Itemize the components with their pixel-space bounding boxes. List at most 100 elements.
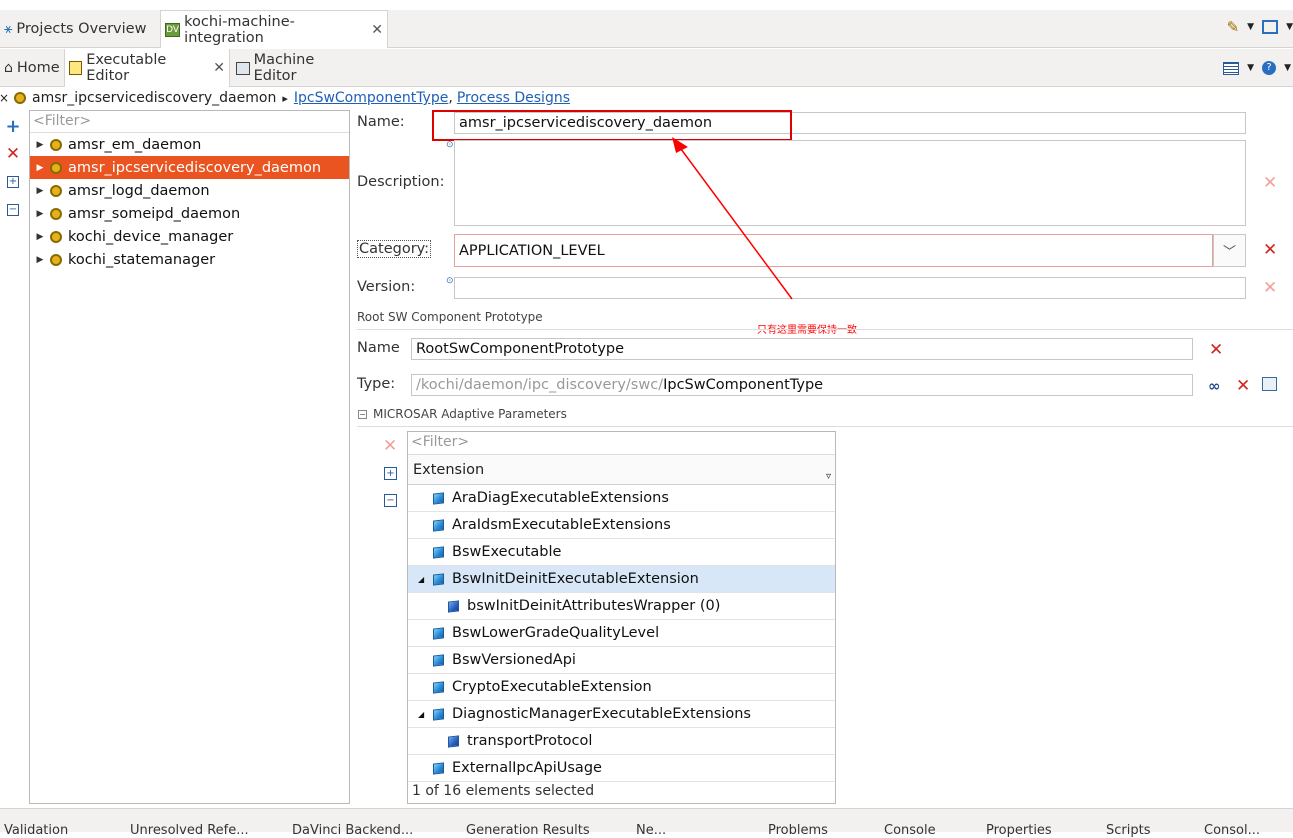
window-layout-icon[interactable] bbox=[1262, 20, 1279, 34]
tab-generation-results[interactable]: Generation Results bbox=[466, 823, 590, 838]
close-icon[interactable]: ✕ bbox=[213, 60, 225, 76]
tab-console[interactable]: Console bbox=[884, 823, 936, 838]
delete-icon[interactable]: ✕ bbox=[1236, 378, 1250, 395]
extension-cube-icon bbox=[433, 491, 444, 505]
tree-item[interactable]: ▶ kochi_device_manager bbox=[30, 225, 349, 248]
table-row[interactable]: transportProtocol bbox=[408, 728, 835, 755]
extension-column-label: Extension bbox=[413, 461, 485, 478]
row-label: ExternalIpcApiUsage bbox=[452, 760, 602, 776]
extension-cube-icon bbox=[448, 599, 459, 613]
delete-element-button[interactable]: ✕ bbox=[0, 140, 26, 168]
tree-item-label: kochi_statemanager bbox=[68, 251, 216, 268]
collapse-all-icon[interactable]: − bbox=[384, 494, 397, 507]
expand-arrow-icon[interactable]: ▶ bbox=[34, 232, 46, 242]
perspective-toolbar: ✎ ▼ ▼ bbox=[1227, 18, 1293, 36]
delete-icon: ✕ bbox=[5, 144, 21, 164]
add-element-button[interactable]: + bbox=[0, 112, 26, 140]
tab-unresolved-references[interactable]: Unresolved Refe... bbox=[130, 823, 249, 838]
version-field[interactable] bbox=[454, 277, 1246, 299]
filter-funnel-icon[interactable]: ▿ bbox=[826, 471, 831, 482]
name-label: Name: bbox=[357, 114, 405, 130]
tree-item[interactable]: ▶ amsr_someipd_daemon bbox=[30, 202, 349, 225]
tree-filter-input[interactable]: <Filter> bbox=[30, 111, 349, 133]
category-select[interactable]: APPLICATION_LEVEL bbox=[454, 234, 1213, 267]
help-icon[interactable]: ? bbox=[1262, 61, 1277, 75]
tab-projects-overview[interactable]: ⚹ Projects Overview bbox=[0, 10, 158, 48]
table-row[interactable]: BswVersionedApi bbox=[408, 647, 835, 674]
expand-arrow-icon[interactable]: ▶ bbox=[34, 209, 46, 219]
expanded-arrow-icon[interactable]: ◢ bbox=[418, 575, 433, 584]
expand-arrow-icon[interactable]: ▶ bbox=[34, 255, 46, 265]
expand-arrow-icon[interactable]: ▶ bbox=[34, 186, 46, 196]
root-sw-type-field[interactable]: /kochi/daemon/ipc_discovery/swc/IpcSwCom… bbox=[411, 374, 1193, 396]
extension-cube-icon bbox=[433, 545, 444, 559]
chevron-down-icon[interactable]: ▼ bbox=[1247, 22, 1254, 32]
breadcrumb-item[interactable]: amsr_ipcservicediscovery_daemon bbox=[32, 90, 276, 106]
open-editor-icon[interactable] bbox=[1262, 377, 1277, 391]
category-dropdown-button[interactable]: ﹀ bbox=[1213, 234, 1246, 267]
row-label: BswLowerGradeQualityLevel bbox=[452, 625, 660, 641]
bottom-view-tab-bar: Validation Unresolved Refe... DaVinci Ba… bbox=[0, 808, 1293, 838]
table-row[interactable]: CryptoExecutableExtension bbox=[408, 674, 835, 701]
delete-icon[interactable]: ✕ bbox=[383, 438, 397, 455]
extension-filter-input[interactable]: <Filter> bbox=[408, 432, 835, 455]
tab-navigator[interactable]: Ne... bbox=[636, 823, 666, 838]
link-icon[interactable]: ∞ bbox=[1208, 377, 1221, 395]
tree-item[interactable]: ▶ amsr_em_daemon bbox=[30, 133, 349, 156]
tree-item-selected[interactable]: ▶ amsr_ipcservicediscovery_daemon bbox=[30, 156, 349, 179]
tab-kochi-machine-integration[interactable]: DV kochi-machine-integration ✕ bbox=[160, 10, 388, 48]
table-row[interactable]: BswExecutable bbox=[408, 539, 835, 566]
breadcrumb-link-process-designs[interactable]: Process Designs bbox=[457, 90, 570, 106]
table-row[interactable]: AraIdsmExecutableExtensions bbox=[408, 512, 835, 539]
chevron-down-icon[interactable]: ▼ bbox=[1286, 22, 1293, 32]
row-label: CryptoExecutableExtension bbox=[452, 679, 652, 695]
magic-wand-icon[interactable]: ✎ bbox=[1227, 18, 1240, 36]
tab-properties[interactable]: Properties bbox=[986, 823, 1052, 838]
editor-toolbar: ▼ ? ▼ bbox=[1223, 61, 1291, 75]
table-row[interactable]: BswLowerGradeQualityLevel bbox=[408, 620, 835, 647]
delete-icon[interactable]: ✕ bbox=[1263, 242, 1277, 259]
tab-executable-editor[interactable]: Executable Editor ✕ bbox=[64, 49, 230, 87]
chevron-down-icon[interactable]: ▼ bbox=[1284, 63, 1291, 73]
row-label: BswExecutable bbox=[452, 544, 562, 560]
tab-machine-editor[interactable]: Machine Editor bbox=[232, 49, 362, 87]
extension-cube-icon bbox=[433, 572, 444, 586]
tab-davinci-backend[interactable]: DaVinci Backend... bbox=[292, 823, 413, 838]
tab-home[interactable]: ⌂ Home bbox=[0, 49, 62, 87]
delete-icon[interactable]: ✕ bbox=[1263, 280, 1277, 297]
breadcrumb-link-ipcswcomponenttype[interactable]: IpcSwComponentType bbox=[294, 90, 449, 106]
root-sw-name-field[interactable]: RootSwComponentPrototype bbox=[411, 338, 1193, 360]
collapse-icon[interactable]: × bbox=[0, 91, 10, 105]
row-label: bswInitDeinitAttributesWrapper (0) bbox=[467, 598, 721, 614]
chevron-down-icon[interactable]: ▼ bbox=[1247, 63, 1254, 73]
extension-column-header[interactable]: Extension ▿ bbox=[408, 455, 835, 485]
tree-item[interactable]: ▶ amsr_logd_daemon bbox=[30, 179, 349, 202]
delete-icon[interactable]: ✕ bbox=[1209, 342, 1223, 359]
collapse-section-icon[interactable]: − bbox=[358, 410, 367, 419]
delete-icon[interactable]: ✕ bbox=[1263, 175, 1277, 192]
table-row[interactable]: ◢ DiagnosticManagerExecutableExtensions bbox=[408, 701, 835, 728]
tab-console-2[interactable]: Consol... bbox=[1204, 823, 1260, 838]
expanded-arrow-icon[interactable]: ◢ bbox=[418, 710, 433, 719]
tab-problems[interactable]: Problems bbox=[768, 823, 828, 838]
add-icon: + bbox=[5, 115, 21, 137]
expand-all-button[interactable]: + bbox=[0, 168, 26, 196]
table-row[interactable]: ExternalIpcApiUsage bbox=[408, 755, 835, 782]
section-divider bbox=[357, 426, 1293, 427]
tab-scripts[interactable]: Scripts bbox=[1106, 823, 1150, 838]
projects-tree-icon: ⚹ bbox=[4, 21, 13, 37]
table-row[interactable]: AraDiagExecutableExtensions bbox=[408, 485, 835, 512]
expand-arrow-icon[interactable]: ▶ bbox=[34, 163, 46, 173]
selection-status: 1 of 16 elements selected bbox=[412, 783, 595, 799]
expand-all-icon[interactable]: + bbox=[384, 467, 397, 480]
description-field[interactable] bbox=[454, 140, 1246, 226]
tab-validation[interactable]: Validation bbox=[4, 823, 68, 838]
tree-item[interactable]: ▶ kochi_statemanager bbox=[30, 248, 349, 271]
close-icon[interactable]: ✕ bbox=[371, 22, 383, 38]
table-row-selected[interactable]: ◢ BswInitDeinitExecutableExtension bbox=[408, 566, 835, 593]
expand-arrow-icon[interactable]: ▶ bbox=[34, 140, 46, 150]
collapse-all-button[interactable]: − bbox=[0, 196, 26, 224]
expand-all-icon: + bbox=[7, 176, 19, 188]
view-menu-icon[interactable] bbox=[1223, 61, 1240, 75]
table-row[interactable]: bswInitDeinitAttributesWrapper (0) bbox=[408, 593, 835, 620]
